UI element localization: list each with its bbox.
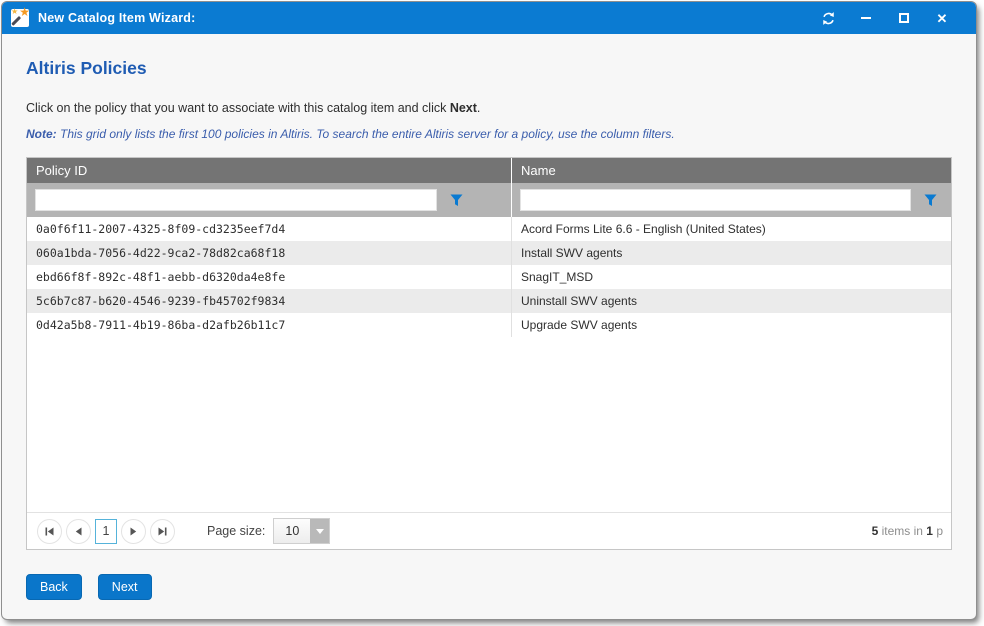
policy-id-cell[interactable]: 060a1bda-7056-4d22-9ca2-78d82ca68f18 xyxy=(27,241,512,265)
close-button[interactable]: ✕ xyxy=(934,10,950,26)
policy-name-cell[interactable]: Acord Forms Lite 6.6 - English (United S… xyxy=(512,217,951,241)
page-size-value: 10 xyxy=(274,519,310,543)
policy-name-cell[interactable]: Uninstall SWV agents xyxy=(512,289,951,313)
next-button[interactable]: Next xyxy=(98,574,152,600)
instruction-suffix: . xyxy=(477,101,480,115)
note-label: Note: xyxy=(26,127,57,141)
name-filter-input[interactable] xyxy=(520,189,911,211)
table-row[interactable]: ebd66f8f-892c-48f1-aebb-d6320da4e8fe Sna… xyxy=(27,265,951,289)
wizard-app-icon: ★ ★ xyxy=(11,9,29,27)
grid-header-row: Policy ID Name xyxy=(27,158,951,183)
next-page-button[interactable] xyxy=(121,519,146,544)
refresh-icon[interactable] xyxy=(820,10,836,26)
wizard-navigation: Back Next xyxy=(26,574,952,619)
page-size-label: Page size: xyxy=(207,524,265,538)
title-bar: ★ ★ New Catalog Item Wizard: ✕ xyxy=(2,2,976,34)
policies-grid: Policy ID Name 0a0f6f11-20 xyxy=(26,157,952,550)
policy-id-filter-input[interactable] xyxy=(35,189,437,211)
policy-id-cell[interactable]: 5c6b7c87-b620-4546-9239-fb45702f9834 xyxy=(27,289,512,313)
column-header-name[interactable]: Name xyxy=(512,158,951,183)
policy-id-cell[interactable]: ebd66f8f-892c-48f1-aebb-d6320da4e8fe xyxy=(27,265,512,289)
instruction-prefix: Click on the policy that you want to ass… xyxy=(26,101,450,115)
pages-count: 1 xyxy=(926,524,933,538)
items-suffix-text: p xyxy=(933,524,943,538)
window-controls: ✕ xyxy=(820,10,964,26)
wizard-window: ★ ★ New Catalog Item Wizard: ✕ Altiris P… xyxy=(2,2,976,619)
instruction-text: Click on the policy that you want to ass… xyxy=(26,101,952,115)
table-row[interactable]: 5c6b7c87-b620-4546-9239-fb45702f9834 Uni… xyxy=(27,289,951,313)
wand-icon xyxy=(11,15,21,25)
note-text: Note: This grid only lists the first 100… xyxy=(26,127,952,141)
filter-icon[interactable] xyxy=(450,194,463,207)
table-row[interactable]: 060a1bda-7056-4d22-9ca2-78d82ca68f18 Ins… xyxy=(27,241,951,265)
policy-id-cell[interactable]: 0a0f6f11-2007-4325-8f09-cd3235eef7d4 xyxy=(27,217,512,241)
window-title: New Catalog Item Wizard: xyxy=(38,11,196,25)
previous-page-button[interactable] xyxy=(66,519,91,544)
current-page-button[interactable]: 1 xyxy=(95,519,117,544)
table-row[interactable]: 0d42a5b8-7911-4b19-86ba-d2afb26b11c7 Upg… xyxy=(27,313,951,337)
table-row[interactable]: 0a0f6f11-2007-4325-8f09-cd3235eef7d4 Aco… xyxy=(27,217,951,241)
column-header-policy-id[interactable]: Policy ID xyxy=(27,158,512,183)
items-summary: 5 items in 1 p xyxy=(872,524,943,538)
policy-id-filter-cell xyxy=(27,183,512,217)
filter-icon[interactable] xyxy=(924,194,937,207)
page-title: Altiris Policies xyxy=(26,58,952,79)
last-page-button[interactable] xyxy=(150,519,175,544)
note-body: This grid only lists the first 100 polic… xyxy=(57,127,675,141)
policy-name-cell[interactable]: Upgrade SWV agents xyxy=(512,313,951,337)
star-icon: ★ xyxy=(11,7,18,16)
maximize-button[interactable] xyxy=(896,10,912,26)
items-middle-text: items in xyxy=(878,524,926,538)
policy-name-cell[interactable]: SnagIT_MSD xyxy=(512,265,951,289)
minimize-button[interactable] xyxy=(858,10,874,26)
instruction-bold: Next xyxy=(450,101,477,115)
page-size-dropdown[interactable]: 10 xyxy=(273,518,330,544)
first-page-button[interactable] xyxy=(37,519,62,544)
grid-pager: 1 Page size: 10 5 items in 1 p xyxy=(27,512,951,549)
back-button[interactable]: Back xyxy=(26,574,82,600)
grid-filter-row xyxy=(27,183,951,217)
grid-empty-area xyxy=(27,337,951,512)
name-filter-cell xyxy=(512,183,951,217)
policy-name-cell[interactable]: Install SWV agents xyxy=(512,241,951,265)
chevron-down-icon[interactable] xyxy=(310,519,329,543)
policy-id-cell[interactable]: 0d42a5b8-7911-4b19-86ba-d2afb26b11c7 xyxy=(27,313,512,337)
